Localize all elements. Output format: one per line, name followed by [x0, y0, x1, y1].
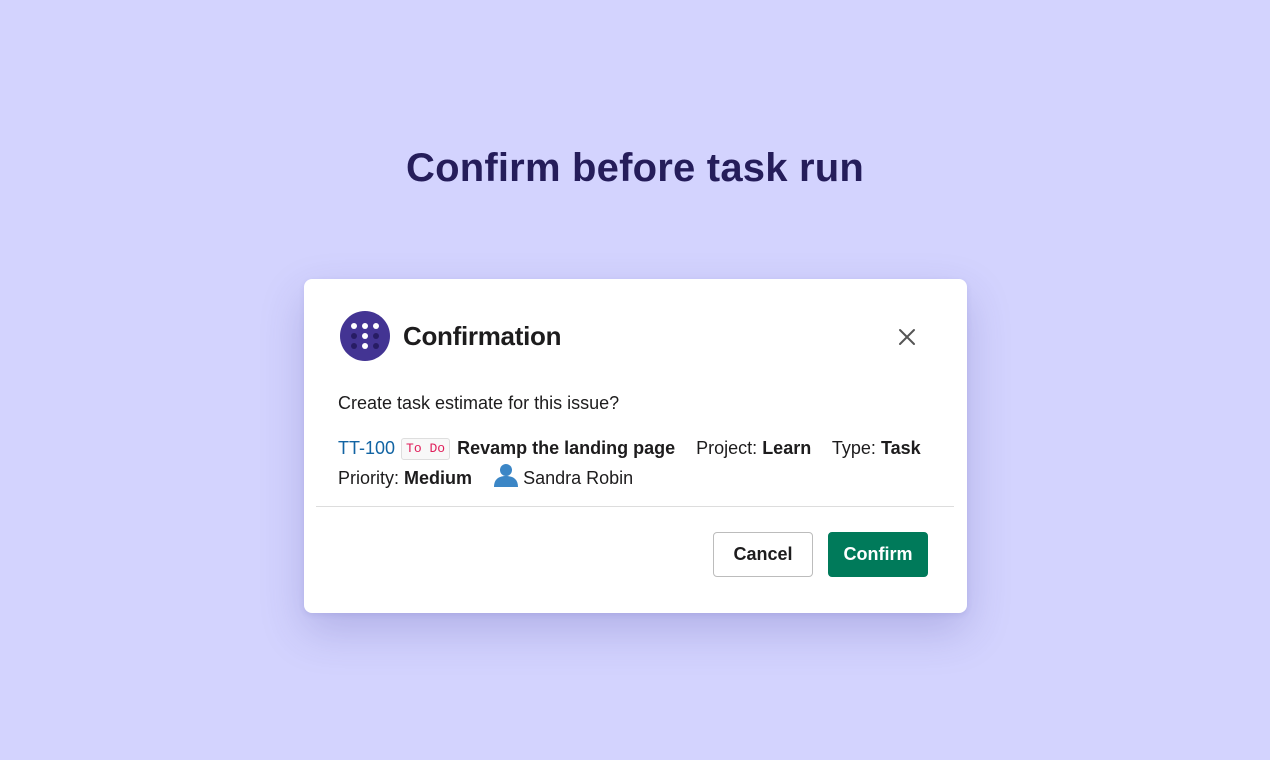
cancel-button[interactable]: Cancel	[713, 532, 813, 577]
project-label: Project:	[696, 438, 758, 458]
dialog-question: Create task estimate for this issue?	[338, 393, 620, 413]
dots-logo-icon	[340, 311, 390, 361]
issue-summary: Revamp the landing page	[457, 438, 676, 458]
divider	[316, 506, 954, 507]
priority-value: Medium	[404, 468, 473, 488]
priority-label: Priority:	[338, 468, 400, 488]
dialog-title: Confirmation	[403, 320, 562, 351]
project-value: Learn	[762, 438, 812, 458]
assignee-name: Sandra Robin	[523, 468, 634, 488]
type-value: Task	[880, 438, 921, 458]
issue-key-link[interactable]: TT-100	[338, 438, 395, 458]
close-button[interactable]	[894, 324, 920, 350]
confirm-button[interactable]: Confirm	[828, 532, 928, 577]
close-icon	[899, 329, 915, 345]
user-icon	[494, 464, 519, 487]
confirmation-dialog: Confirmation Create task estimate for th…	[304, 279, 967, 613]
page-title: Confirm before task run	[406, 146, 864, 190]
status-badge: To Do	[401, 438, 451, 460]
issue-details: TT-100 To Do Revamp the landing page Pro…	[338, 434, 938, 492]
type-label: Type:	[831, 438, 876, 458]
dialog-header: Confirmation	[340, 311, 561, 361]
